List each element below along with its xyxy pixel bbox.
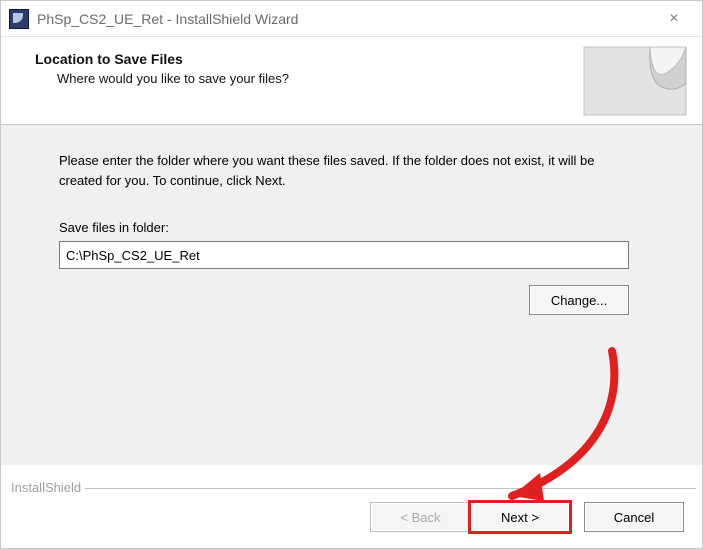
folder-input[interactable] [59,241,629,269]
back-button[interactable]: < Back [370,502,470,532]
next-button[interactable]: Next > [470,502,570,532]
window-title: PhSp_CS2_UE_Ret - InstallShield Wizard [37,11,654,27]
wizard-body: Please enter the folder where you want t… [1,125,702,465]
close-icon: × [669,10,678,28]
installer-window: PhSp_CS2_UE_Ret - InstallShield Wizard ×… [0,0,703,549]
wizard-header: Location to Save Files Where would you l… [1,37,702,125]
cancel-button[interactable]: Cancel [584,502,684,532]
footer-brand: InstallShield [7,480,85,495]
footer-separator [7,488,696,490]
page-curl-graphic [580,43,690,119]
footer-button-row: < Back Next > Cancel [370,502,684,532]
instructions-text: Please enter the folder where you want t… [59,151,599,190]
app-icon [9,9,29,29]
titlebar: PhSp_CS2_UE_Ret - InstallShield Wizard × [1,1,702,37]
wizard-footer: InstallShield < Back Next > Cancel [1,478,702,538]
change-button[interactable]: Change... [529,285,629,315]
folder-label: Save files in folder: [59,220,664,235]
close-button[interactable]: × [654,1,694,36]
